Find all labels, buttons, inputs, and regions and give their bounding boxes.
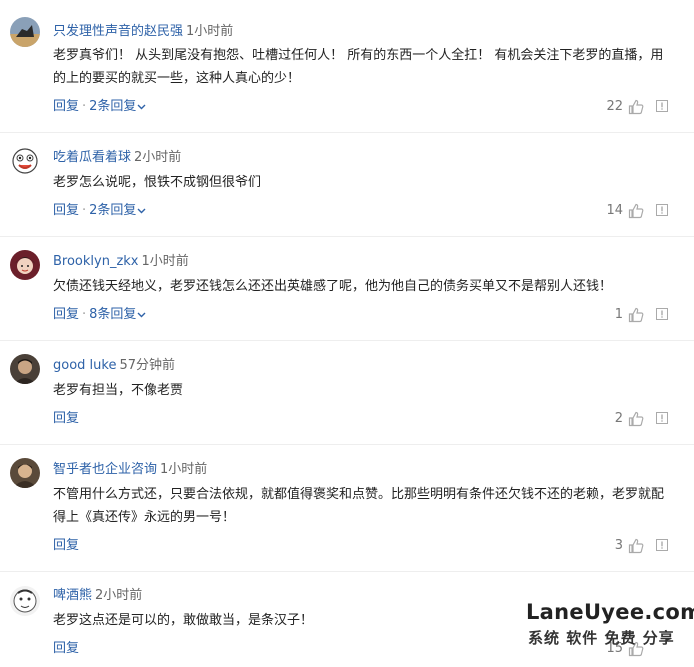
watermark-logo-text: LaneUyee.com bbox=[526, 600, 694, 624]
thumbs-up-icon[interactable] bbox=[628, 99, 644, 115]
report-icon[interactable] bbox=[656, 308, 668, 320]
username-link[interactable]: Brooklyn_zkx bbox=[53, 254, 139, 269]
report-icon[interactable] bbox=[656, 100, 668, 112]
watermark-tagline: 系统 软件 免费 分享 bbox=[528, 629, 675, 647]
view-replies-link[interactable]: 8条回复 bbox=[89, 307, 146, 322]
avatar[interactable] bbox=[10, 586, 40, 616]
thumbs-up-icon[interactable] bbox=[628, 538, 644, 554]
comment-time: 2小时前 bbox=[134, 150, 182, 165]
username-link[interactable]: 只发理性声音的赵民强 bbox=[53, 24, 183, 39]
like-count: 3 bbox=[614, 538, 623, 553]
comment-text: 不管用什么方式还，只要合法依规，就都值得褒奖和点赞。比那些明明有条件还欠钱不还的… bbox=[53, 487, 665, 525]
comment-item: 智乎者也企业咨询 1小时前 不管用什么方式还，只要合法依规，就都值得褒奖和点赞。比… bbox=[0, 445, 694, 572]
reply-button[interactable]: 回复 bbox=[53, 641, 79, 656]
avatar[interactable] bbox=[10, 354, 40, 384]
thumbs-up-icon[interactable] bbox=[628, 307, 644, 323]
comment-time: 57分钟前 bbox=[119, 358, 176, 373]
view-replies-link[interactable]: 2条回复 bbox=[89, 203, 146, 218]
chevron-down-icon bbox=[137, 208, 146, 213]
thumbs-up-icon[interactable] bbox=[628, 411, 644, 427]
username-link[interactable]: 吃着瓜看着球 bbox=[53, 150, 131, 165]
separator-dot: · bbox=[82, 99, 87, 114]
chevron-down-icon bbox=[137, 312, 146, 317]
comment-text: 老罗真爷们！ 从头到尾没有抱怨、吐槽过任何人！ 所有的东西一个人全扛！ 有机会关… bbox=[53, 48, 664, 86]
replies-count: 2条回复 bbox=[89, 99, 137, 114]
comment-time: 1小时前 bbox=[186, 24, 234, 39]
avatar[interactable] bbox=[10, 458, 40, 488]
comment-text: 老罗怎么说呢，恨铁不成钢但很爷们 bbox=[53, 175, 262, 190]
like-count: 14 bbox=[606, 203, 623, 218]
comment-item: 只发理性声音的赵民强 1小时前 老罗真爷们！ 从头到尾没有抱怨、吐槽过任何人！ 所… bbox=[0, 0, 694, 133]
like-count: 1 bbox=[614, 307, 623, 322]
comment-text: 欠债还钱天经地义，老罗还钱怎么还还出英雄感了呢，他为他自己的债务买单又不是帮别人… bbox=[53, 279, 613, 294]
comment-item: Brooklyn_zkx 1小时前 欠债还钱天经地义，老罗还钱怎么还还出英雄感了呢… bbox=[0, 237, 694, 341]
avatar[interactable] bbox=[10, 146, 40, 176]
comment-time: 2小时前 bbox=[95, 588, 143, 603]
reply-button[interactable]: 回复 bbox=[53, 538, 79, 553]
comment-text: 老罗有担当，不像老贾 bbox=[53, 383, 184, 398]
avatar[interactable] bbox=[10, 17, 40, 47]
replies-count: 8条回复 bbox=[89, 307, 137, 322]
username-link[interactable]: 啤酒熊 bbox=[53, 588, 92, 603]
username-link[interactable]: good luke bbox=[53, 358, 116, 373]
reply-button[interactable]: 回复 bbox=[53, 99, 79, 114]
replies-count: 2条回复 bbox=[89, 203, 137, 218]
view-replies-link[interactable]: 2条回复 bbox=[89, 99, 146, 114]
comment-time: 1小时前 bbox=[160, 462, 208, 477]
report-icon[interactable] bbox=[656, 412, 668, 424]
reply-button[interactable]: 回复 bbox=[53, 411, 79, 426]
reply-button[interactable]: 回复 bbox=[53, 307, 79, 322]
separator-dot: · bbox=[82, 203, 87, 218]
comment-item: 吃着瓜看着球 2小时前 老罗怎么说呢，恨铁不成钢但很爷们 回复 · 2条回复 14 bbox=[0, 133, 694, 237]
report-icon[interactable] bbox=[656, 539, 668, 551]
like-count: 22 bbox=[606, 99, 623, 114]
avatar[interactable] bbox=[10, 250, 40, 280]
report-icon[interactable] bbox=[656, 204, 668, 216]
like-count: 2 bbox=[614, 411, 623, 426]
reply-button[interactable]: 回复 bbox=[53, 203, 79, 218]
comment-item: good luke 57分钟前 老罗有担当，不像老贾 回复 2 bbox=[0, 341, 694, 445]
username-link[interactable]: 智乎者也企业咨询 bbox=[53, 462, 157, 477]
thumbs-up-icon[interactable] bbox=[628, 203, 644, 219]
chevron-down-icon bbox=[137, 104, 146, 109]
comment-time: 1小时前 bbox=[141, 254, 189, 269]
separator-dot: · bbox=[82, 307, 87, 322]
